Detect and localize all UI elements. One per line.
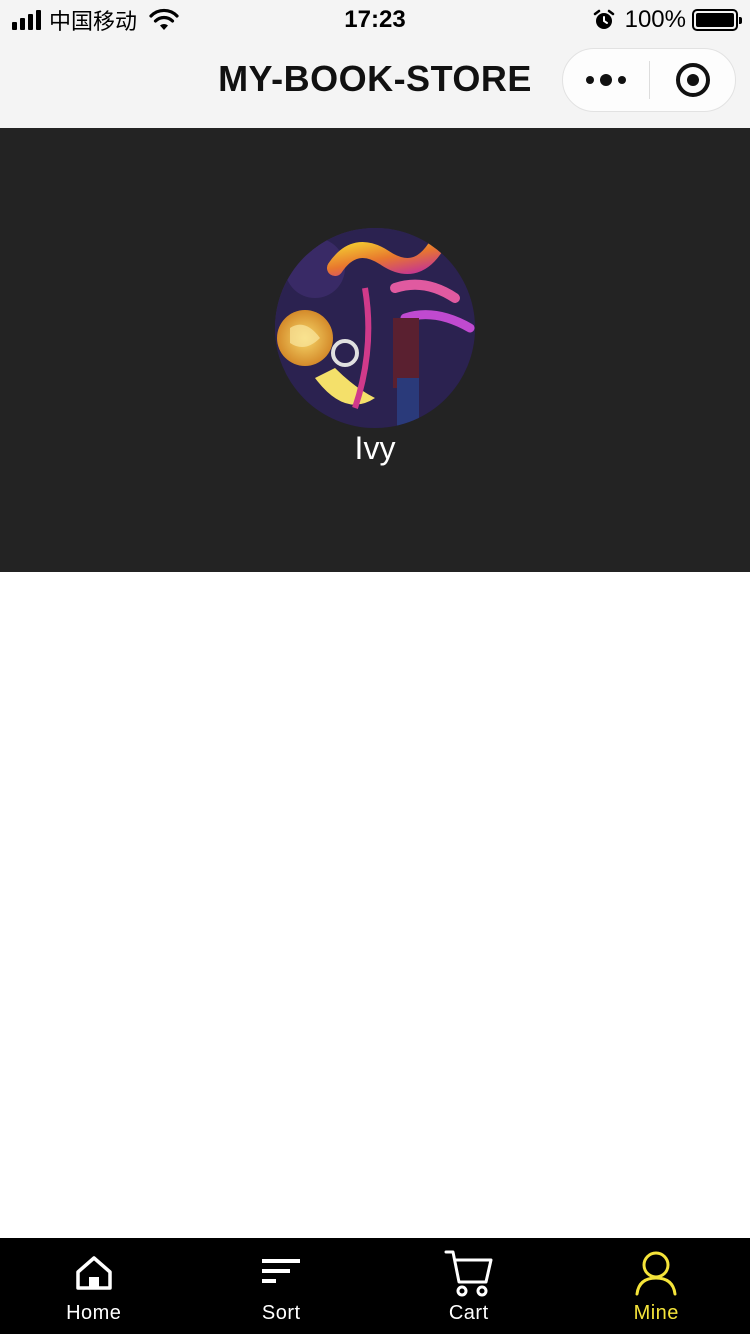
username: Ivy — [354, 430, 396, 466]
avatar-artwork — [275, 228, 475, 428]
tab-mine[interactable]: Mine — [563, 1238, 750, 1334]
profile-header: Ivy — [0, 128, 750, 572]
nav-bar: MY-BOOK-STORE — [0, 40, 750, 128]
close-button[interactable] — [650, 48, 735, 112]
cart-icon — [444, 1250, 493, 1297]
more-dot-right — [618, 76, 626, 84]
home-icon — [76, 1256, 112, 1290]
tab-mine-label: Mine — [633, 1302, 679, 1324]
tab-home[interactable]: Home — [0, 1238, 188, 1334]
tab-cart[interactable]: Cart — [375, 1238, 563, 1334]
sort-icon — [262, 1259, 301, 1283]
page: 中国移动 17:23 100% MY-BOOK-STORE Ivy Home S… — [0, 0, 750, 1334]
tab-bar: Home Sort Cart Mine — [0, 1238, 750, 1334]
alarm-icon — [593, 9, 614, 29]
tab-sort[interactable]: Sort — [188, 1238, 376, 1334]
more-button[interactable] — [563, 48, 649, 112]
tab-home-label: Home — [66, 1302, 122, 1324]
tab-sort-label: Sort — [261, 1302, 301, 1324]
battery-percent: 100% — [624, 6, 686, 33]
more-dot-center — [600, 74, 612, 86]
user-icon — [635, 1251, 677, 1296]
tab-cart-label: Cart — [448, 1302, 489, 1324]
status-right: 100% — [593, 6, 742, 34]
mini-program-capsule — [562, 48, 736, 112]
status-bar: 中国移动 17:23 100% — [0, 0, 750, 40]
target-icon — [675, 63, 710, 97]
battery-icon — [692, 9, 742, 31]
more-dots-icon — [586, 76, 594, 84]
avatar[interactable] — [275, 228, 475, 428]
